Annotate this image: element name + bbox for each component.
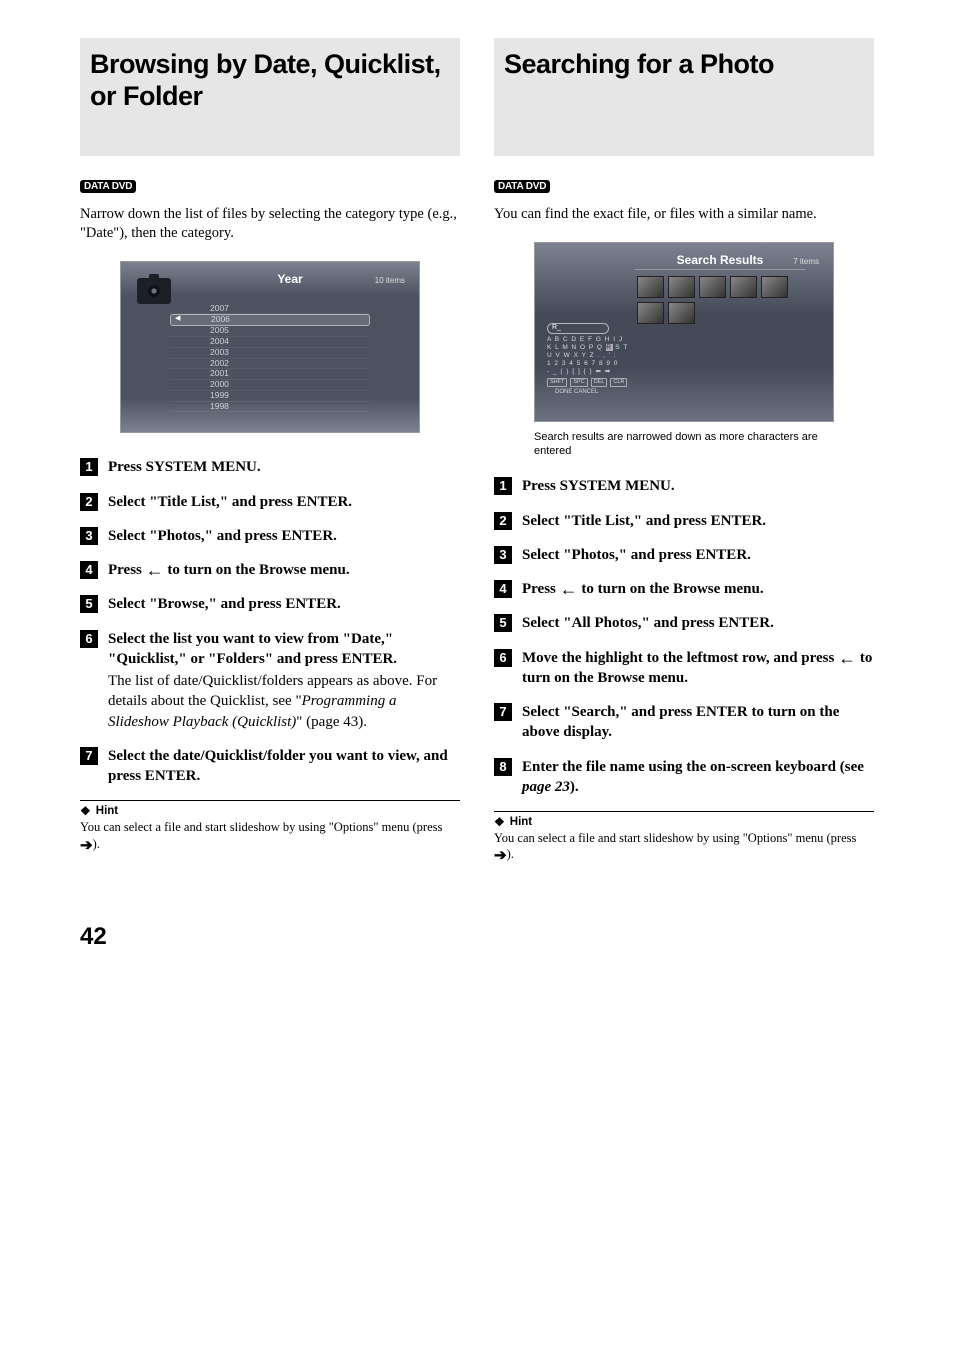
screen-title: Year [277, 272, 302, 286]
step: 5 Select "Browse," and press ENTER. [80, 594, 460, 614]
lightbulb-icon: ❖ [80, 805, 91, 817]
step-body: Move the highlight to the leftmost row, … [522, 648, 874, 689]
arrow-right-icon: ➔ [494, 848, 507, 864]
step-number: 1 [494, 477, 512, 495]
step-number: 4 [494, 580, 512, 598]
step: 1 Press SYSTEM MENU. [80, 457, 460, 477]
year-row: 2003 [170, 348, 370, 359]
lightbulb-icon: ❖ [494, 816, 505, 828]
step-number: 3 [80, 527, 98, 545]
step: 7 Select "Search," and press ENTER to tur… [494, 702, 874, 743]
step-number: 2 [494, 512, 512, 530]
step: 1 Press SYSTEM MENU. [494, 476, 874, 496]
step: 3 Select "Photos," and press ENTER. [80, 526, 460, 546]
year-row: 2006 [170, 314, 370, 326]
hint-heading: ❖ Hint [494, 816, 874, 828]
search-field: R_ [547, 323, 609, 334]
year-row: 2002 [170, 359, 370, 370]
step: 7 Select the date/Quicklist/folder you wa… [80, 746, 460, 787]
step-number: 2 [80, 493, 98, 511]
year-row: 1999 [170, 391, 370, 402]
step-body: Select "Title List," and press ENTER. [108, 492, 352, 512]
step: 3 Select "Photos," and press ENTER. [494, 545, 874, 565]
keyboard-button: DEL [591, 378, 608, 387]
hint-text-right: You can select a file and start slidesho… [494, 830, 874, 863]
step-number: 3 [494, 546, 512, 564]
item-count: 10 items [375, 276, 405, 285]
step-body: Press ← to turn on the Browse menu. [108, 560, 350, 580]
divider [80, 800, 460, 801]
title-right: Searching for a Photo [504, 48, 864, 80]
step-number: 8 [494, 758, 512, 776]
step: 4 Press ← to turn on the Browse menu. [80, 560, 460, 580]
step-number: 6 [80, 630, 98, 648]
data-dvd-badge: DATA DVD [80, 180, 136, 193]
step: 6 Move the highlight to the leftmost row,… [494, 648, 874, 689]
step-body: Select the date/Quicklist/folder you wan… [108, 746, 460, 787]
search-results-screenshot: Search Results 7 items R_ A B C D E F G … [534, 242, 834, 422]
step-number: 7 [80, 747, 98, 765]
camera-icon [137, 278, 171, 304]
data-dvd-badge: DATA DVD [494, 180, 550, 193]
step: 6 Select the list you want to view from "… [80, 629, 460, 732]
title-left: Browsing by Date, Quicklist, or Folder [90, 48, 450, 113]
step-body: Press SYSTEM MENU. [108, 457, 261, 477]
keyboard-button: CLR [610, 378, 627, 387]
section-title-right: Searching for a Photo [494, 38, 874, 156]
step-body: Select "Browse," and press ENTER. [108, 594, 341, 614]
step-number: 1 [80, 458, 98, 476]
intro-left: Narrow down the list of files by selecti… [80, 205, 460, 243]
year-row: 2000 [170, 380, 370, 391]
step-body: Select "All Photos," and press ENTER. [522, 613, 774, 633]
arrow-right-icon: ➔ [80, 838, 93, 854]
step: 8 Enter the file name using the on-screen… [494, 757, 874, 798]
screen-title: Search Results [635, 253, 805, 270]
section-title-left: Browsing by Date, Quicklist, or Folder [80, 38, 460, 156]
step-body: Press ← to turn on the Browse menu. [522, 579, 764, 599]
item-count: 7 items [793, 257, 819, 266]
step-number: 5 [80, 595, 98, 613]
hint-heading: ❖ Hint [80, 805, 460, 817]
onscreen-keyboard: R_ A B C D E F G H I JK L M N O P Q R S … [547, 323, 657, 397]
year-row: 2005 [170, 326, 370, 337]
step-number: 7 [494, 703, 512, 721]
step-body: Select the list you want to view from "D… [108, 629, 460, 732]
year-row: 1998 [170, 402, 370, 413]
hint-text-left: You can select a file and start slidesho… [80, 819, 460, 852]
step-number: 5 [494, 614, 512, 632]
step-body: Select "Photos," and press ENTER. [108, 526, 337, 546]
step: 2 Select "Title List," and press ENTER. [494, 511, 874, 531]
step-body: Select "Photos," and press ENTER. [522, 545, 751, 565]
keyboard-button: SHFT [547, 378, 567, 387]
intro-right: You can find the exact file, or files wi… [494, 205, 874, 224]
thumbnail-grid [637, 276, 812, 324]
year-list-screenshot: Year 10 items 20072006200520042003200220… [120, 261, 420, 434]
divider [494, 811, 874, 812]
keyboard-row: A B C D E F G H I J [547, 336, 657, 344]
screenshot-caption: Search results are narrowed down as more… [534, 430, 834, 459]
step-body: Select "Search," and press ENTER to turn… [522, 702, 874, 743]
step: 4 Press ← to turn on the Browse menu. [494, 579, 874, 599]
step-body: Enter the file name using the on-screen … [522, 757, 874, 798]
year-row: 2007 [170, 304, 370, 315]
page-number: 42 [80, 923, 899, 951]
step: 5 Select "All Photos," and press ENTER. [494, 613, 874, 633]
year-row: 2001 [170, 369, 370, 380]
step-body: Press SYSTEM MENU. [522, 476, 675, 496]
step: 2 Select "Title List," and press ENTER. [80, 492, 460, 512]
year-row: 2004 [170, 337, 370, 348]
step-body: Select "Title List," and press ENTER. [522, 511, 766, 531]
keyboard-row: K L M N O P Q R S T [547, 344, 657, 352]
step-number: 4 [80, 561, 98, 579]
keyboard-row: 1 2 3 4 5 6 7 8 9 0 [547, 360, 657, 368]
step-number: 6 [494, 649, 512, 667]
keyboard-row: - _ ( ) [ ] { } ⬅ ➡ [547, 368, 657, 376]
keyboard-button: SPC [570, 378, 587, 387]
keyboard-row: U V W X Y Z . , ' : [547, 352, 657, 360]
